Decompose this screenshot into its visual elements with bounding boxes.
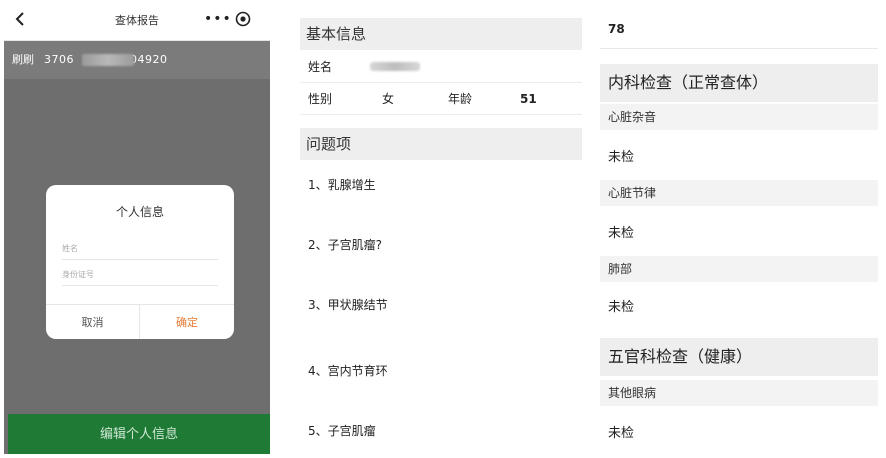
name-label: 姓名 [308, 60, 333, 74]
cancel-button[interactable]: 取消 [46, 305, 140, 339]
id-value-prefix: 3706 [44, 53, 74, 66]
exam-item-label: 心脏杂音 [600, 104, 878, 130]
basic-info-panel: 基本信息 姓名 性别 女 年龄 51 问题项 1、乳腺增生 2、子宫肌瘤? 3、… [300, 0, 582, 458]
id-strip: 刷刷 3706 04920 [4, 41, 270, 79]
exam-item-value: 未检 [608, 300, 635, 315]
personal-info-modal: 个人信息 取消 确定 [46, 185, 234, 339]
screen-root: 查体报告 ••• 刷刷 3706 04920 个人信息 取消 确定 编辑个人信息 [0, 0, 886, 458]
id-number-input[interactable] [62, 263, 218, 286]
internal-exam-header: 内科检查（正常查体） [600, 64, 878, 102]
id-blur-mask [82, 54, 134, 66]
exam-item-value: 未检 [608, 226, 635, 241]
basic-info-header: 基本信息 [300, 18, 582, 50]
ent-exam-header: 五官科检查（健康） [600, 338, 878, 376]
exam-results-panel: 78 内科检查（正常查体） 心脏杂音 未检 心脏节律 未检 肺部 未检 五官科检… [600, 0, 878, 458]
divider [600, 48, 878, 49]
exam-item-value: 未检 [608, 426, 635, 441]
phone-nav-bar: 查体报告 ••• [4, 0, 270, 41]
problem-item: 1、乳腺增生 [308, 178, 376, 192]
edit-personal-info-button[interactable]: 编辑个人信息 [8, 414, 270, 454]
gender-label: 性别 [308, 92, 333, 106]
problem-item: 4、宫内节育环 [308, 364, 388, 378]
problem-item: 2、子宫肌瘤? [308, 238, 383, 252]
gender-age-row: 性别 女 年龄 51 [300, 84, 582, 115]
exam-item-label: 其他眼病 [600, 380, 878, 406]
name-blur-mask [370, 62, 420, 71]
problem-item: 3、甲状腺结节 [308, 298, 388, 312]
problem-item: 5、子宫肌瘤 [308, 424, 376, 438]
id-label: 刷刷 [12, 53, 34, 66]
modal-actions: 取消 确定 [46, 304, 234, 339]
target-icon[interactable] [234, 10, 252, 28]
phone-screen: 查体报告 ••• 刷刷 3706 04920 个人信息 取消 确定 编辑个人信息 [4, 0, 270, 454]
exam-item-label: 心脏节律 [600, 180, 878, 206]
id-value-suffix: 04920 [130, 53, 168, 66]
age-value: 51 [520, 92, 537, 106]
more-icon[interactable]: ••• [204, 12, 232, 26]
top-value: 78 [608, 22, 625, 36]
confirm-button[interactable]: 确定 [140, 305, 234, 339]
modal-title: 个人信息 [115, 205, 164, 219]
exam-item-value: 未检 [608, 150, 635, 165]
gender-value: 女 [382, 92, 395, 106]
exam-item-label: 肺部 [600, 256, 878, 282]
name-row: 姓名 [300, 52, 582, 83]
problems-header: 问题项 [300, 128, 582, 160]
name-input[interactable] [62, 237, 218, 260]
age-label: 年龄 [448, 92, 473, 106]
